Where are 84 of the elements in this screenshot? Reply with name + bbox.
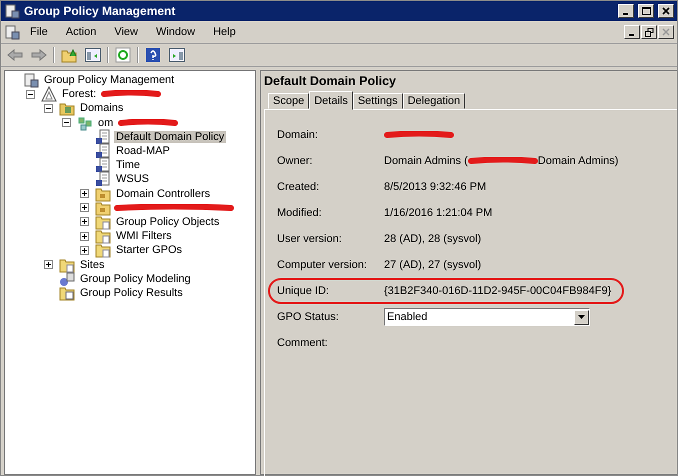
help-button[interactable] (143, 45, 163, 65)
tree-item[interactable]: Starter GPOs (114, 244, 184, 256)
field-label: Domain: (277, 129, 319, 141)
field-label: Created: (277, 181, 320, 193)
menu-item[interactable]: File (22, 24, 56, 40)
restore-button[interactable] (641, 25, 657, 39)
show-action-pane-button[interactable] (167, 45, 187, 65)
tree-item[interactable]: Default Domain Policy (114, 130, 226, 143)
close-button[interactable] (658, 25, 674, 39)
refresh-button[interactable] (113, 45, 133, 65)
console-icon (4, 3, 20, 19)
expander-icon[interactable] (80, 189, 89, 198)
menu-item[interactable]: Action (58, 24, 104, 40)
dropdown-arrow-icon (578, 315, 585, 319)
minimize-button[interactable] (618, 4, 634, 18)
tab[interactable]: Settings (352, 93, 403, 109)
field-label: Unique ID: (277, 285, 330, 297)
tab[interactable]: Delegation (402, 93, 466, 109)
modeling-icon (59, 270, 75, 287)
folder-icon (95, 200, 111, 216)
tree-item[interactable]: WMI Filters (114, 230, 174, 242)
expander-icon[interactable] (80, 232, 89, 241)
folder-icon (95, 214, 111, 230)
field-value: {31B2F340-016D-11D2-945F-00C04FB984F9} (384, 285, 612, 297)
expander-icon[interactable] (44, 260, 53, 270)
panel-title: Default Domain Policy (264, 74, 397, 90)
tree-item[interactable]: Sites (78, 258, 106, 271)
restore-icon (644, 28, 654, 36)
triangle-icon (41, 86, 57, 102)
close-icon (662, 28, 670, 36)
tab[interactable]: Details (309, 91, 353, 110)
window-title: Group Policy Management (24, 4, 176, 18)
console-icon (23, 72, 39, 88)
menu-item[interactable]: View (106, 24, 146, 40)
field-label: User version: (277, 233, 343, 245)
results-icon (59, 284, 75, 301)
tree-item[interactable]: om (96, 116, 116, 129)
field-label: Owner: (277, 155, 314, 167)
close-icon (662, 7, 670, 15)
tree-item[interactable]: WSUS (114, 173, 151, 186)
folder-icon (95, 242, 111, 258)
tree-item[interactable]: Forest: (60, 88, 98, 100)
expander-icon[interactable] (44, 104, 53, 113)
expander-icon[interactable] (80, 246, 89, 255)
tree-item[interactable]: Group Policy Management (42, 74, 176, 86)
folder-icon (59, 256, 75, 273)
script-icon (95, 157, 111, 174)
expander-icon[interactable] (62, 118, 71, 128)
expander-icon[interactable] (80, 217, 89, 226)
field-value: 8/5/2013 9:32:46 PM (384, 181, 486, 193)
field-label: Comment: (277, 337, 329, 349)
field-value: 27 (AD), 27 (sysvol) (384, 259, 482, 271)
field-value: 1/16/2016 1:21:04 PM (384, 207, 492, 219)
tree-item[interactable]: Domains (78, 102, 126, 114)
menu-item[interactable]: Help (205, 24, 244, 40)
field-value: Domain Admins) (538, 155, 618, 167)
tab[interactable]: Scope (268, 93, 310, 109)
tree-item[interactable]: Domain Controllers (114, 188, 212, 200)
tree-item[interactable]: Group Policy Results (78, 286, 185, 299)
script-icon (95, 143, 111, 160)
tree-item[interactable]: Time (114, 159, 142, 172)
folder-icon (95, 186, 111, 202)
close-button[interactable] (658, 4, 674, 18)
expander-icon[interactable] (26, 90, 35, 99)
console-icon (4, 24, 20, 40)
folder-icon (95, 228, 111, 244)
maximize-icon (642, 7, 650, 15)
tree-item[interactable]: Group Policy Objects (114, 216, 222, 228)
script-icon (95, 171, 111, 188)
field-value: Domain Admins ( (384, 155, 468, 167)
maximize-button[interactable] (638, 4, 654, 18)
field-label: GPO Status: (277, 311, 340, 323)
field-label: Modified: (277, 207, 323, 219)
script-icon (95, 128, 111, 145)
status-dropdown[interactable]: Enabled (384, 308, 590, 326)
minimize-button[interactable] (624, 25, 640, 39)
field-label: Computer version: (277, 259, 368, 271)
domain-icon (77, 114, 93, 131)
tree-item[interactable]: Road-MAP (114, 145, 172, 158)
expander-icon[interactable] (80, 203, 89, 212)
show-tree-button[interactable] (83, 45, 103, 65)
tree-item[interactable]: Group Policy Modeling (78, 272, 193, 285)
menu-item[interactable]: Window (148, 24, 204, 40)
field-value: 28 (AD), 28 (sysvol) (384, 233, 482, 245)
